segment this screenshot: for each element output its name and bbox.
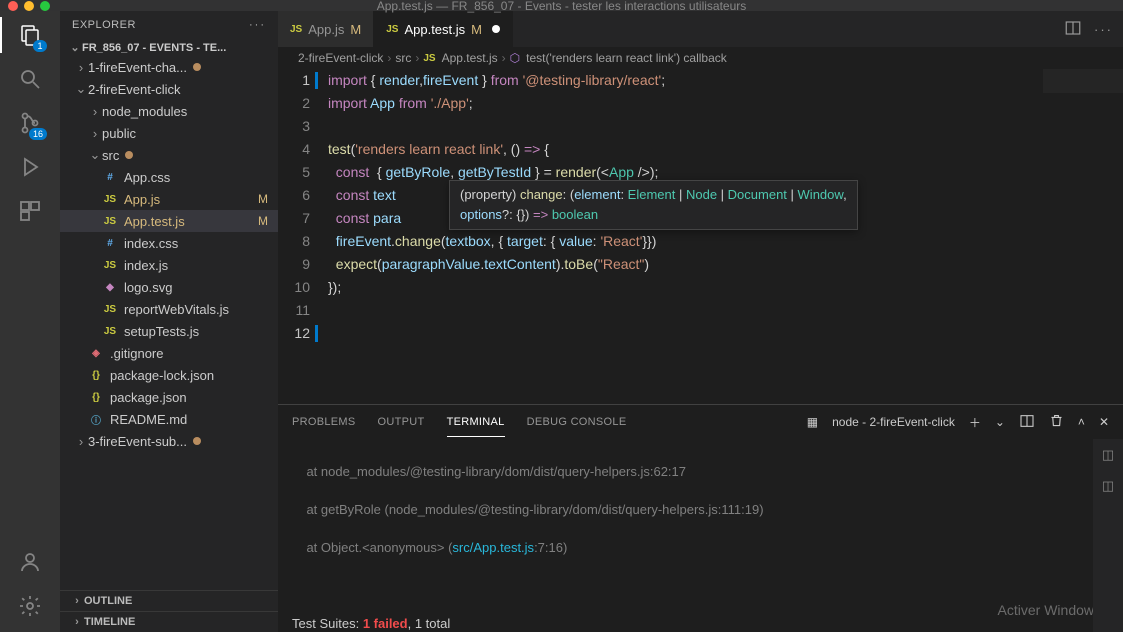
- title-text: App.test.js — FR_856_07 - Events - teste…: [377, 0, 747, 13]
- explorer-badge: 1: [33, 40, 47, 52]
- editor-tab[interactable]: JSApp.jsM: [278, 11, 374, 47]
- close-panel-icon[interactable]: ✕: [1099, 415, 1109, 429]
- editor-tab[interactable]: JSApp.test.jsM: [374, 11, 513, 47]
- maximize-icon[interactable]: [40, 1, 50, 11]
- title-bar: App.test.js — FR_856_07 - Events - teste…: [0, 0, 1123, 11]
- trash-icon[interactable]: [1049, 413, 1064, 431]
- timeline-header[interactable]: ›TIMELINE: [60, 611, 278, 632]
- tree-item[interactable]: ›1-fireEvent-cha...: [60, 56, 278, 78]
- tree-item[interactable]: {}package-lock.json: [60, 364, 278, 386]
- tree-item[interactable]: {}package.json: [60, 386, 278, 408]
- sidebar-title: EXPLORER: [72, 19, 136, 31]
- panel-tab[interactable]: PROBLEMS: [292, 408, 356, 436]
- source-control-icon[interactable]: 16: [16, 109, 44, 137]
- breadcrumb-item[interactable]: App.test.js: [442, 51, 498, 65]
- terminal-task[interactable]: node - 2-fireEvent-click: [832, 415, 955, 429]
- project-header[interactable]: ⌄FR_856_07 - EVENTS - TE...: [60, 39, 278, 56]
- close-icon[interactable]: [8, 1, 18, 11]
- tree-item[interactable]: #App.css: [60, 166, 278, 188]
- tree-item[interactable]: #index.css: [60, 232, 278, 254]
- tree-item[interactable]: JSApp.jsM: [60, 188, 278, 210]
- breadcrumb[interactable]: 2-fireEvent-click›src›JSApp.test.js›⬡tes…: [278, 47, 1123, 69]
- account-icon[interactable]: [16, 548, 44, 576]
- chevron-down-icon[interactable]: ⌄: [995, 415, 1005, 429]
- window-controls[interactable]: [8, 1, 50, 11]
- split-editor-icon[interactable]: [1064, 19, 1082, 40]
- tree-item[interactable]: ◆logo.svg: [60, 276, 278, 298]
- tree-item[interactable]: ⌄2-fireEvent-click: [60, 78, 278, 100]
- panel: PROBLEMS OUTPUT TERMINAL DEBUG CONSOLE ▦ no…: [278, 404, 1123, 632]
- cube-icon[interactable]: ◫: [1102, 476, 1114, 495]
- explorer-icon[interactable]: 1: [16, 21, 44, 49]
- panel-tab[interactable]: TERMINAL: [447, 408, 505, 437]
- panel-tab[interactable]: OUTPUT: [378, 408, 425, 436]
- activity-bar: 1 16: [0, 11, 60, 632]
- more-icon[interactable]: ···: [249, 19, 266, 31]
- tree-item[interactable]: JSApp.test.jsM: [60, 210, 278, 232]
- tree-item[interactable]: JSsetupTests.js: [60, 320, 278, 342]
- more-icon[interactable]: ···: [1094, 22, 1113, 37]
- tree-item[interactable]: ◈.gitignore: [60, 342, 278, 364]
- tree-item[interactable]: ⌄src: [60, 144, 278, 166]
- outline-header[interactable]: ›OUTLINE: [60, 590, 278, 611]
- watermark: Activer Windows: [998, 601, 1101, 620]
- editor-area: JSApp.jsMJSApp.test.jsM ··· 2-fireEvent-…: [278, 11, 1123, 632]
- extensions-icon[interactable]: [16, 197, 44, 225]
- tree-item[interactable]: ⓘREADME.md: [60, 408, 278, 430]
- tree-item[interactable]: ›3-fireEvent-sub...: [60, 430, 278, 452]
- scm-badge: 16: [29, 128, 47, 140]
- tree-item[interactable]: JSindex.js: [60, 254, 278, 276]
- tab-bar: JSApp.jsMJSApp.test.jsM ···: [278, 11, 1123, 47]
- minimap[interactable]: [1043, 69, 1123, 129]
- cube-icon[interactable]: ◫: [1102, 445, 1114, 464]
- minimize-icon[interactable]: [24, 1, 34, 11]
- tree-item[interactable]: ›node_modules: [60, 100, 278, 122]
- terminal-task-icon: ▦: [807, 415, 818, 429]
- sidebar: EXPLORER ··· ⌄FR_856_07 - EVENTS - TE...…: [60, 11, 278, 632]
- terminal-output[interactable]: at node_modules/@testing-library/dom/dis…: [278, 439, 1123, 632]
- chevron-up-icon[interactable]: ˄: [1078, 415, 1085, 429]
- new-terminal-icon[interactable]: ＋: [969, 414, 981, 431]
- breadcrumb-item[interactable]: test('renders learn react link') callbac…: [526, 51, 727, 65]
- breadcrumb-item[interactable]: 2-fireEvent-click: [298, 51, 383, 65]
- file-tree[interactable]: ›1-fireEvent-cha...⌄2-fireEvent-click›no…: [60, 56, 278, 590]
- gear-icon[interactable]: [16, 592, 44, 620]
- search-icon[interactable]: [16, 65, 44, 93]
- hover-tooltip: (property) change: (element: Element | N…: [449, 180, 858, 230]
- breadcrumb-item[interactable]: src: [395, 51, 411, 65]
- tree-item[interactable]: ›public: [60, 122, 278, 144]
- panel-tab[interactable]: DEBUG CONSOLE: [527, 408, 627, 436]
- code-editor[interactable]: 123456789101112 (property) change: (elem…: [278, 69, 1123, 404]
- split-terminal-icon[interactable]: [1019, 413, 1035, 432]
- tree-item[interactable]: JSreportWebVitals.js: [60, 298, 278, 320]
- debug-icon[interactable]: [16, 153, 44, 181]
